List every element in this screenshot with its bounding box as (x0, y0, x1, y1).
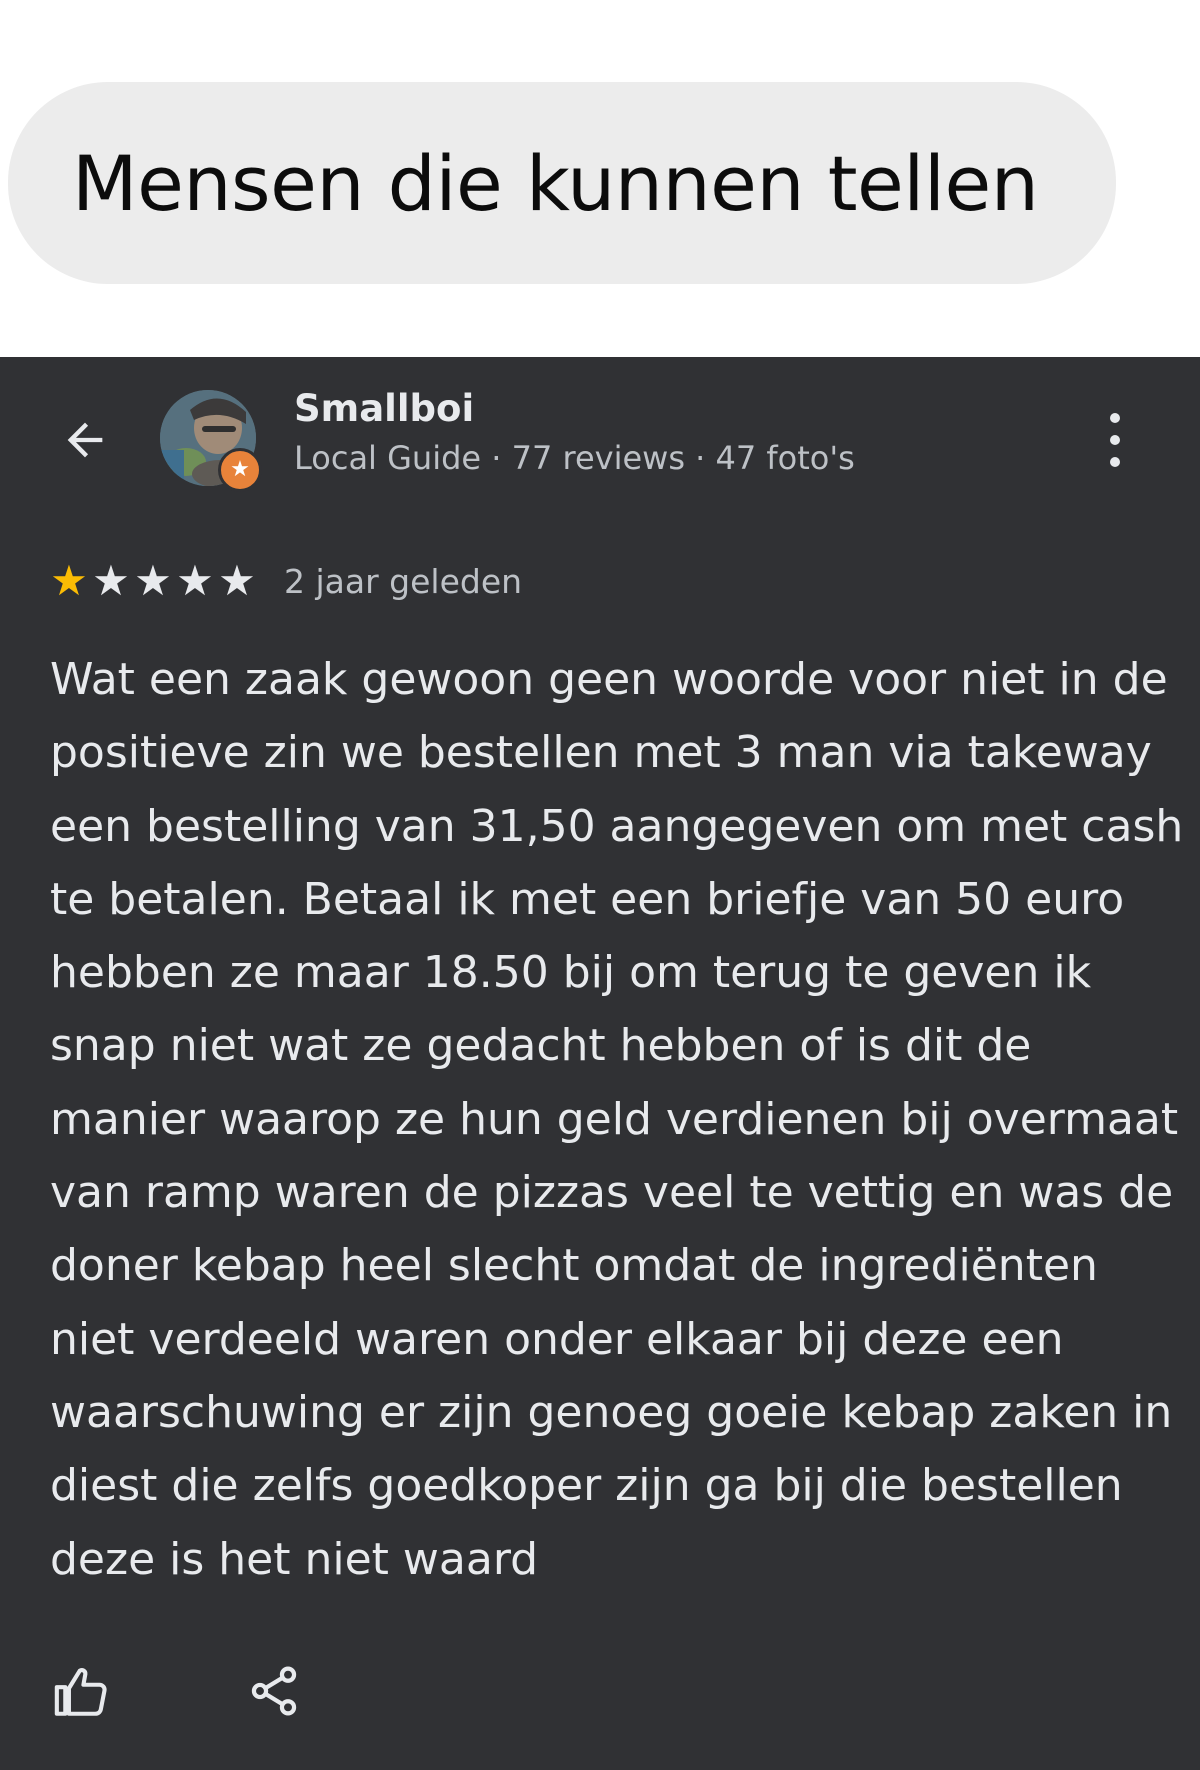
review-text-line: diest die zelfs goedkoper zijn ga bij di… (50, 1460, 1123, 1512)
star-empty-icon: ★ (218, 556, 256, 605)
review-text-line: doner kebap heel slecht omdat de ingredi… (50, 1240, 1098, 1292)
back-button[interactable] (52, 407, 118, 473)
caption-text: Mensen die kunnen tellen (72, 138, 1039, 228)
share-icon (251, 1666, 297, 1716)
arrow-left-icon (67, 422, 103, 458)
star-rating: ★ ★ ★ ★ ★ (48, 560, 258, 602)
local-guide-star-icon: ★ (218, 448, 262, 492)
review-panel: ★ Smallboi Local Guide · 77 reviews · 47… (0, 357, 1200, 1770)
review-text-line: manier waarop ze hun geld verdienen bij … (50, 1093, 1179, 1145)
more-vert-icon (1110, 413, 1120, 423)
review-text: Wat een zaak gewoon geen woorde voor nie… (50, 643, 1184, 1596)
review-text-line: deze is het niet waard (50, 1533, 539, 1585)
review-text-line: hebben ze maar 18.50 bij om terug te gev… (50, 947, 1092, 999)
like-button[interactable] (52, 1663, 112, 1723)
star-empty-icon: ★ (92, 556, 130, 605)
review-text-line: Wat een zaak gewoon geen woorde voor nie… (50, 654, 1168, 705)
star-filled-icon: ★ (50, 556, 88, 605)
caption-area: Mensen die kunnen tellen (0, 0, 1200, 357)
review-text-line: snap niet wat ze gedacht hebben of is di… (50, 1020, 1032, 1072)
caption-bubble: Mensen die kunnen tellen (8, 82, 1116, 284)
avatar[interactable]: ★ (160, 390, 262, 492)
review-text-line: te betalen. Betaal ik met een briefje va… (50, 873, 1125, 925)
author-name[interactable]: Smallboi (294, 387, 474, 430)
review-text-line: een bestelling van 31,50 aangegeven om m… (50, 800, 1184, 852)
star-empty-icon: ★ (176, 556, 214, 605)
thumb-up-icon (54, 1668, 107, 1716)
share-button[interactable] (246, 1663, 306, 1723)
review-text-line: positieve zin we bestellen met 3 man via… (50, 727, 1152, 779)
star-empty-icon: ★ (134, 556, 172, 605)
more-options-button[interactable] (1100, 407, 1130, 473)
review-date: 2 jaar geleden (284, 561, 523, 601)
rating-row: ★ ★ ★ ★ ★ 2 jaar geleden (48, 557, 522, 605)
review-text-line: niet verdeeld waren onder elkaar bij dez… (50, 1313, 1064, 1365)
review-text-line: waarschuwing er zijn genoeg goeie kebap … (50, 1386, 1173, 1438)
author-meta: Local Guide · 77 reviews · 47 foto's (294, 439, 855, 477)
review-text-line: van ramp waren de pizzas veel te vettig … (50, 1167, 1174, 1219)
